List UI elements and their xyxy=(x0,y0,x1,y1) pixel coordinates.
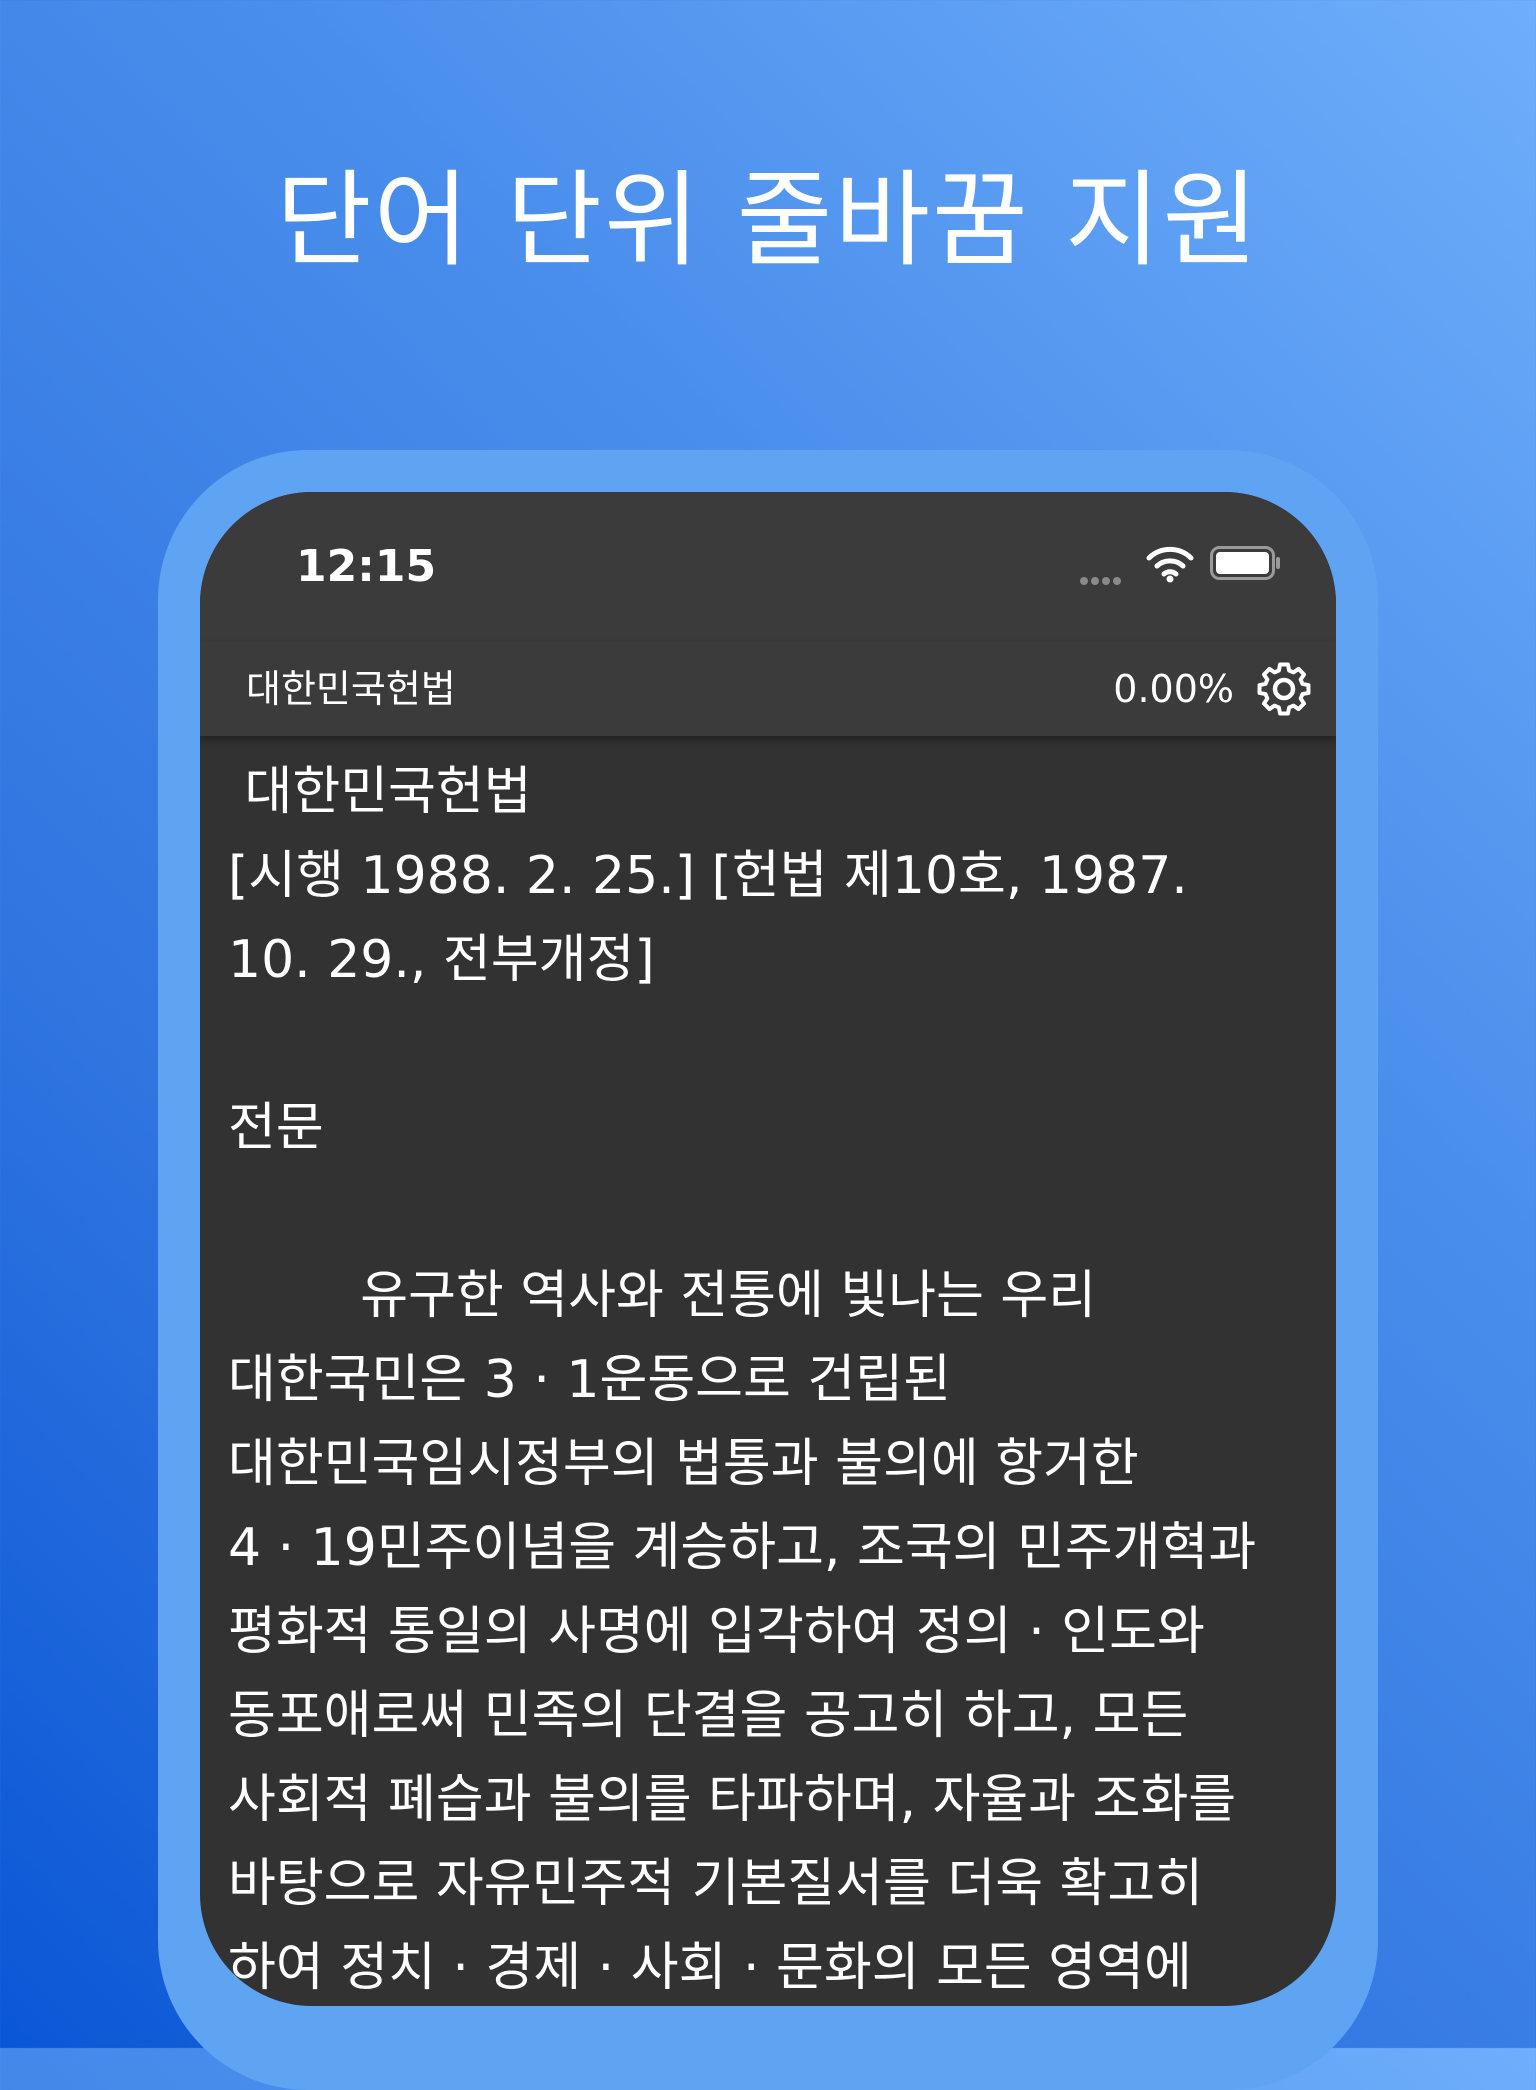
nav-bar: 대한민국헌법 0.00% xyxy=(200,642,1336,736)
text-line: 동포애로써 민족의 단결을 공고히 하고, 모든 xyxy=(228,1686,1189,1746)
text-line: 사회적 폐습과 불의를 타파하며, 자율과 조화를 xyxy=(228,1770,1237,1830)
status-time: 12:15 xyxy=(296,541,437,592)
gear-icon[interactable] xyxy=(1254,659,1314,719)
reading-progress: 0.00% xyxy=(1113,667,1234,711)
enforcement-info-line: 10. 29., 전부개정] xyxy=(228,930,655,990)
document-title: 대한민국헌법 xyxy=(246,667,456,711)
status-bar: 12:15 xyxy=(200,492,1336,642)
section-heading: 전문 xyxy=(228,1098,324,1158)
headline: 단어 단위 줄바꿈 지원 xyxy=(275,159,1261,281)
text-line: 4 · 19민주이념을 계승하고, 조국의 민주개혁과 xyxy=(228,1518,1257,1578)
cellular-signal-icon xyxy=(1080,570,1132,585)
device-screen: 12:15 대한민국헌법 0.00% 대한민국헌법 [시행 1988. 2. 2… xyxy=(200,492,1336,2006)
text-line: 바탕으로 자유민주적 기본질서를 더욱 확고히 xyxy=(228,1854,1204,1914)
text-line: 평화적 통일의 사명에 입각하여 정의 · 인도와 xyxy=(228,1602,1205,1662)
text-line: 유구한 역사와 전통에 빛나는 우리 xyxy=(228,1266,1097,1326)
battery-icon xyxy=(1210,546,1280,580)
content-title: 대한민국헌법 xyxy=(228,762,532,822)
text-line: 하여 정치 · 경제 · 사회 · 문화의 모든 영역에 xyxy=(228,1938,1192,1998)
text-line: 대한국민은 3 · 1운동으로 건립된 xyxy=(228,1350,951,1410)
wifi-icon xyxy=(1146,546,1194,583)
text-line: 대한민국임시정부의 법통과 불의에 항거한 xyxy=(228,1434,1139,1494)
enforcement-info-line: [시행 1988. 2. 25.] [헌법 제10호, 1987. xyxy=(228,846,1188,906)
reader-content: 대한민국헌법 [시행 1988. 2. 25.] [헌법 제10호, 1987.… xyxy=(228,750,1318,2006)
